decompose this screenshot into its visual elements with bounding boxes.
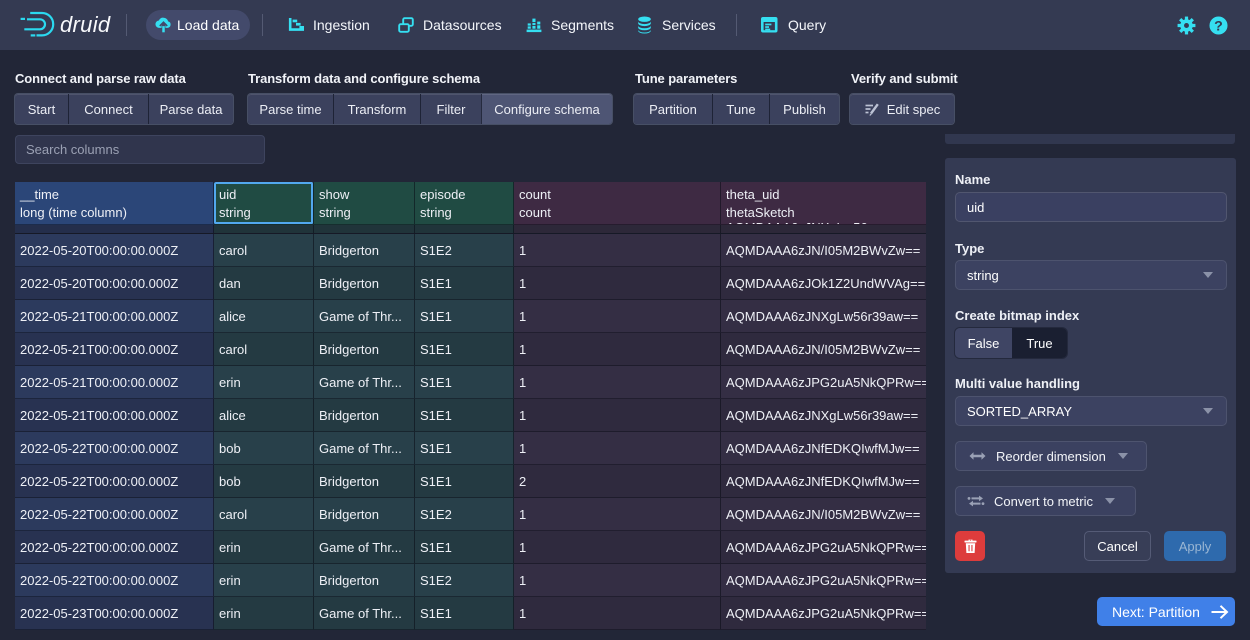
svg-text:?: ? [1214,18,1223,34]
